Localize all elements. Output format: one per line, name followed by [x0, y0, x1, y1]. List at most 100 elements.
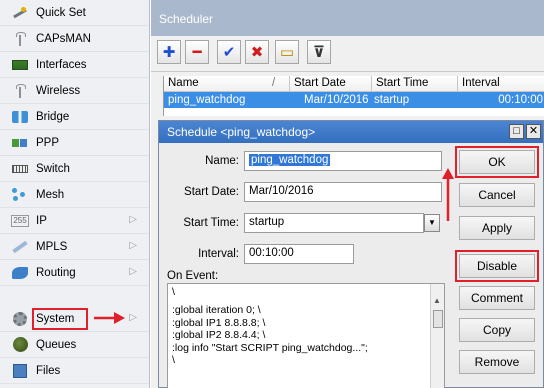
ok-highlight-box — [455, 146, 539, 178]
event-line: \ — [172, 286, 175, 298]
sidebar-item-label: Switch — [36, 162, 70, 175]
sidebar-item-label: MPLS — [36, 240, 68, 253]
queues-icon — [10, 337, 30, 352]
on-event-label: On Event: — [167, 270, 219, 282]
add-button[interactable]: ✚ — [157, 40, 181, 64]
sidebar-item-label: Mesh — [36, 188, 65, 201]
column-header-interval[interactable]: Interval — [458, 76, 544, 92]
sidebar-item-ppp[interactable]: PPP — [0, 130, 149, 156]
start-date-field[interactable]: Mar/10/2016 — [244, 182, 442, 202]
minimize-button[interactable]: □ — [509, 124, 524, 139]
start-date-label: Start Date: — [184, 186, 239, 198]
event-line: :global iteration 0; \ — [172, 304, 261, 317]
cell-start-time[interactable]: startup — [372, 92, 458, 108]
schedule-dialog: Schedule <ping_watchdog> □ ✕ Name: ping_… — [158, 120, 544, 388]
scrollbar-thumb[interactable] — [433, 310, 443, 328]
scroll-up-icon[interactable]: ▲ — [433, 296, 441, 305]
on-event-content: \ :global iteration 0; \ :global IP1 8.8… — [168, 284, 444, 366]
name-field[interactable]: ping_watchdog — [244, 151, 442, 171]
event-line: :global IP1 8.8.8.8; \ — [172, 316, 266, 329]
sidebar-item-label: IP — [36, 214, 47, 227]
cancel-button[interactable]: Cancel — [459, 183, 535, 207]
scrollbar[interactable]: ▲ — [430, 284, 444, 388]
sidebar-item-label: CAPsMAN — [36, 32, 91, 45]
plus-icon: ✚ — [162, 44, 176, 61]
on-event-textarea[interactable]: \ :global iteration 0; \ :global IP1 8.8… — [167, 283, 445, 388]
submenu-arrow-icon: ▷ — [129, 266, 137, 277]
sidebar-item-wireless[interactable]: Wireless — [0, 78, 149, 104]
interval-label: Interval: — [198, 248, 239, 260]
x-icon: ✖ — [250, 44, 264, 61]
cell-interval[interactable]: 00:10:00 — [458, 92, 544, 108]
interval-field[interactable]: 00:10:00 — [244, 244, 354, 264]
sidebar-item-label: Queues — [36, 338, 77, 351]
comment-icon: ▭ — [279, 44, 295, 61]
wand-icon — [10, 6, 30, 20]
disable-button[interactable]: ✖ — [245, 40, 269, 64]
minimize-icon: □ — [513, 125, 520, 137]
comment-button[interactable]: Comment — [459, 286, 535, 310]
name-value: ping_watchdog — [249, 154, 331, 166]
minus-icon: ━ — [192, 44, 202, 61]
ethernet-icon — [10, 58, 30, 72]
checkmark-icon: ✔ — [222, 44, 236, 61]
event-line: :log info "Start SCRIPT ping_watchdog...… — [172, 341, 368, 354]
sidebar-item-switch[interactable]: Switch — [0, 156, 149, 182]
routing-icon — [10, 266, 30, 280]
mpls-icon — [10, 240, 30, 254]
sidebar-item-ip[interactable]: 255 IP ▷ — [0, 208, 149, 234]
red-up-arrow-icon — [442, 168, 454, 221]
sidebar-item-label: Files — [36, 364, 61, 377]
sidebar-item-quick-set[interactable]: Quick Set — [0, 0, 149, 26]
system-highlight-box — [32, 308, 88, 330]
event-line: \ — [172, 354, 175, 367]
event-line: :global IP2 8.8.4.4; \ — [172, 329, 266, 342]
switch-icon — [10, 162, 30, 176]
antenna-icon — [10, 83, 30, 98]
files-icon — [10, 363, 30, 378]
submenu-arrow-icon: ▷ — [129, 312, 137, 323]
disable-highlight-box — [455, 250, 539, 282]
sidebar-item-capsman[interactable]: CAPsMAN — [0, 26, 149, 52]
sidebar-item-label: Routing — [36, 266, 76, 279]
sidebar-item-mpls[interactable]: MPLS ▷ — [0, 234, 149, 260]
sidebar-item-bridge[interactable]: Bridge — [0, 104, 149, 130]
copy-button[interactable]: Copy — [459, 318, 535, 342]
sidebar-item-label: Quick Set — [36, 6, 86, 19]
sidebar-item-mesh[interactable]: Mesh — [0, 182, 149, 208]
remove-button[interactable]: ━ — [185, 40, 209, 64]
cell-start-date[interactable]: Mar/10/2016 — [290, 92, 372, 108]
filter-button[interactable]: ⊽ — [307, 40, 331, 64]
column-header-name[interactable]: Name / — [164, 76, 290, 92]
antenna-icon — [10, 31, 30, 46]
sidebar-item-routing[interactable]: Routing ▷ — [0, 260, 149, 286]
comment-button[interactable]: ▭ — [275, 40, 299, 64]
apply-button[interactable]: Apply — [459, 216, 535, 240]
scheduler-table: Name / Start Date Start Time Interval pi… — [163, 76, 544, 116]
enable-button[interactable]: ✔ — [217, 40, 241, 64]
sidebar-item-queues[interactable]: Queues — [0, 332, 149, 358]
sidebar-item-label: Bridge — [36, 110, 70, 123]
gear-icon — [10, 311, 30, 326]
sidebar-menu: Quick Set CAPsMAN Interfaces Wireless Br… — [0, 0, 150, 388]
name-label: Name: — [205, 155, 239, 167]
close-icon: ✕ — [528, 125, 539, 137]
filter-icon: ⊽ — [312, 44, 326, 61]
submenu-arrow-icon: ▷ — [129, 214, 137, 225]
sidebar-item-files[interactable]: Files — [0, 358, 149, 384]
sidebar-item-label: Wireless — [36, 84, 81, 97]
bridge-icon — [10, 110, 30, 124]
start-time-field[interactable]: startup — [244, 213, 424, 233]
start-time-dropdown-button[interactable]: ▼ — [424, 214, 440, 232]
scheduler-toolbar: ✚ ━ ✔ ✖ ▭ ⊽ — [151, 36, 544, 72]
column-header-start-date[interactable]: Start Date — [290, 76, 372, 92]
cell-name[interactable]: ping_watchdog — [164, 92, 290, 108]
column-header-start-time[interactable]: Start Time — [372, 76, 458, 92]
scheduler-title: Scheduler — [151, 0, 544, 36]
remove-button[interactable]: Remove — [459, 350, 535, 374]
close-button[interactable]: ✕ — [526, 124, 541, 139]
dialog-title-bar: Schedule <ping_watchdog> □ ✕ — [159, 121, 543, 143]
sidebar-item-label: PPP — [36, 136, 60, 149]
sidebar-item-interfaces[interactable]: Interfaces — [0, 52, 149, 78]
submenu-arrow-icon: ▷ — [129, 240, 137, 251]
